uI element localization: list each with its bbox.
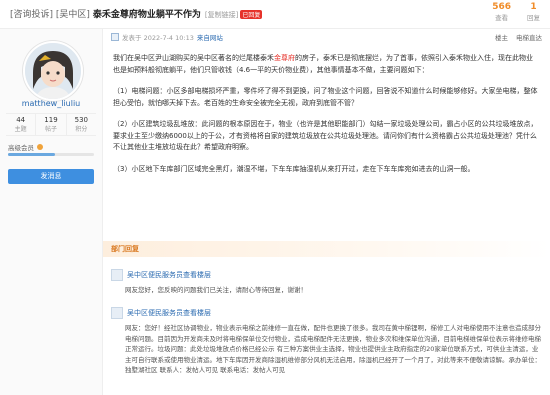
user-stats: 44 主题 119 帖子 530 积分: [6, 113, 96, 136]
send-message-button[interactable]: 发消息: [8, 169, 94, 184]
post-date: 发表于 2022-7-4 10:13: [122, 34, 194, 42]
view-count-label: 查看: [495, 14, 509, 22]
post-paragraph-text: （3）小区地下车库部门区域完全黑灯，潮湿不堪，下车车库抽湿机从来打开过，走在下车…: [113, 164, 475, 173]
page-title: 泰禾金尊府物业躺平不作为: [92, 10, 201, 20]
reply-count-value: 1: [530, 2, 537, 12]
view-count-value: 566: [492, 2, 511, 12]
post-content: 发表于 2022-7-4 10:13 来自网站 楼主 电梯直达 我们在吴中区尹山…: [103, 29, 550, 395]
reply-count: 1 回复: [527, 2, 540, 22]
user-stat-points-label: 积分: [75, 126, 88, 133]
post-paragraph: （1）电梯问题：小区多部电梯损坏严重，零件坏了得不到更换，问了物业这个问题，回答…: [113, 86, 538, 109]
copy-link-button[interactable]: [复制链接]: [205, 11, 238, 19]
view-count: 566 查看: [492, 2, 511, 22]
post-paragraph-text: （1）电梯问题：小区多部电梯损坏严重，零件坏了得不到更换，问了物业这个问题，回答…: [113, 87, 538, 107]
user-level-label: 高级会员: [8, 144, 34, 152]
status-badge: 已回复: [240, 10, 263, 19]
post-header: [咨询投诉] [吴中区] 泰禾金尊府物业躺平不作为 [复制链接] 已回复 566 查看…: [0, 0, 550, 29]
user-stat-threads-value: 44: [16, 116, 26, 124]
post-floor-nav: 楼主 电梯直达: [495, 32, 542, 42]
post-paragraph: （3）小区地下车库部门区域完全黑灯，潮湿不堪，下车车库抽湿机从来打开过，走在下车…: [113, 164, 538, 176]
reply-text: 网友您好，您反映的问题我们已关注，请耐心等待回复，谢谢！: [125, 286, 307, 294]
post-paragraph: （2）小区建筑垃圾乱堆放：此问题的根本原因在于，物业（也许是其他职能部门）勾结一…: [113, 119, 538, 154]
post-stats: 566 查看 1 回复: [492, 2, 540, 22]
user-stat-threads[interactable]: 44 主题: [6, 114, 35, 135]
user-stat-points[interactable]: 530 积分: [65, 114, 96, 135]
reply-author-icon: [111, 269, 123, 281]
post-paragraph-text: 我们在吴中区尹山湖购买的吴中区著名的烂尾楼泰禾: [113, 54, 274, 62]
reply-author[interactable]: 吴中区便民服务员查看楼层: [127, 308, 211, 318]
user-stat-threads-label: 主题: [14, 126, 27, 133]
avatar[interactable]: [23, 41, 83, 101]
reply-author-icon: [111, 307, 123, 319]
user-stat-points-value: 530: [74, 116, 88, 124]
avatar-illustration: [25, 43, 81, 99]
department-reply-title: 部门回复: [111, 245, 139, 253]
reply-item: 吴中区便民服务员查看楼层 网友您好，您反映的问题我们已关注，请耐心等待回复，谢谢…: [111, 269, 541, 296]
post-title-bar: [咨询投诉] [吴中区] 泰禾金尊府物业躺平不作为 [复制链接] 已回复: [10, 7, 263, 20]
reply-text: 网友：您好！经社区协调物业，物业表示电梯之前维修一直在做，配件也更换了很多。我司…: [125, 324, 541, 374]
reply-header: 吴中区便民服务员查看楼层: [111, 269, 541, 281]
jump-to-floor-link[interactable]: 电梯直达: [516, 32, 542, 42]
post-source-link[interactable]: 来自网站: [197, 32, 223, 42]
author-online-icon: [111, 33, 119, 41]
user-stat-posts[interactable]: 119 帖子: [35, 114, 65, 135]
reply-header: 吴中区便民服务员查看楼层: [111, 307, 541, 319]
post-paragraph-text: （2）小区建筑垃圾乱堆放：此问题的根本原因在于，物业（也许是其他职能部门）勾结一…: [113, 120, 538, 151]
reply-item: 吴中区便民服务员查看楼层 网友：您好！经社区协调物业，物业表示电梯之前维修一直在…: [111, 307, 541, 376]
user-level: 高级会员: [8, 142, 43, 152]
reply-author[interactable]: 吴中区便民服务员查看楼层: [127, 270, 211, 280]
user-stat-posts-label: 帖子: [44, 126, 57, 133]
floor-label: 楼主: [495, 34, 508, 42]
highlight-text: 金尊府: [274, 54, 295, 62]
department-reply-banner: 部门回复: [103, 241, 550, 257]
post-meta: 发表于 2022-7-4 10:13 来自网站: [111, 32, 223, 42]
post-paragraph: 我们在吴中区尹山湖购买的吴中区著名的烂尾楼泰禾金尊府的房子，泰禾已是彻底摆烂，为…: [113, 53, 538, 76]
author-sidebar: matthew_liuliu 44 主题 119 帖子 530 积分 高级会员 …: [0, 29, 103, 395]
level-progress-bar: [8, 153, 94, 156]
username[interactable]: matthew_liuliu: [0, 99, 102, 108]
level-progress-fill: [8, 153, 56, 156]
level-star-icon: [37, 144, 43, 150]
user-stat-posts-value: 119: [44, 116, 58, 124]
reply-count-label: 回复: [527, 14, 540, 22]
post-category[interactable]: [咨询投诉] [吴中区]: [10, 10, 90, 20]
post-body: 我们在吴中区尹山湖购买的吴中区著名的烂尾楼泰禾金尊府的房子，泰禾已是彻底摆烂，为…: [113, 53, 538, 185]
